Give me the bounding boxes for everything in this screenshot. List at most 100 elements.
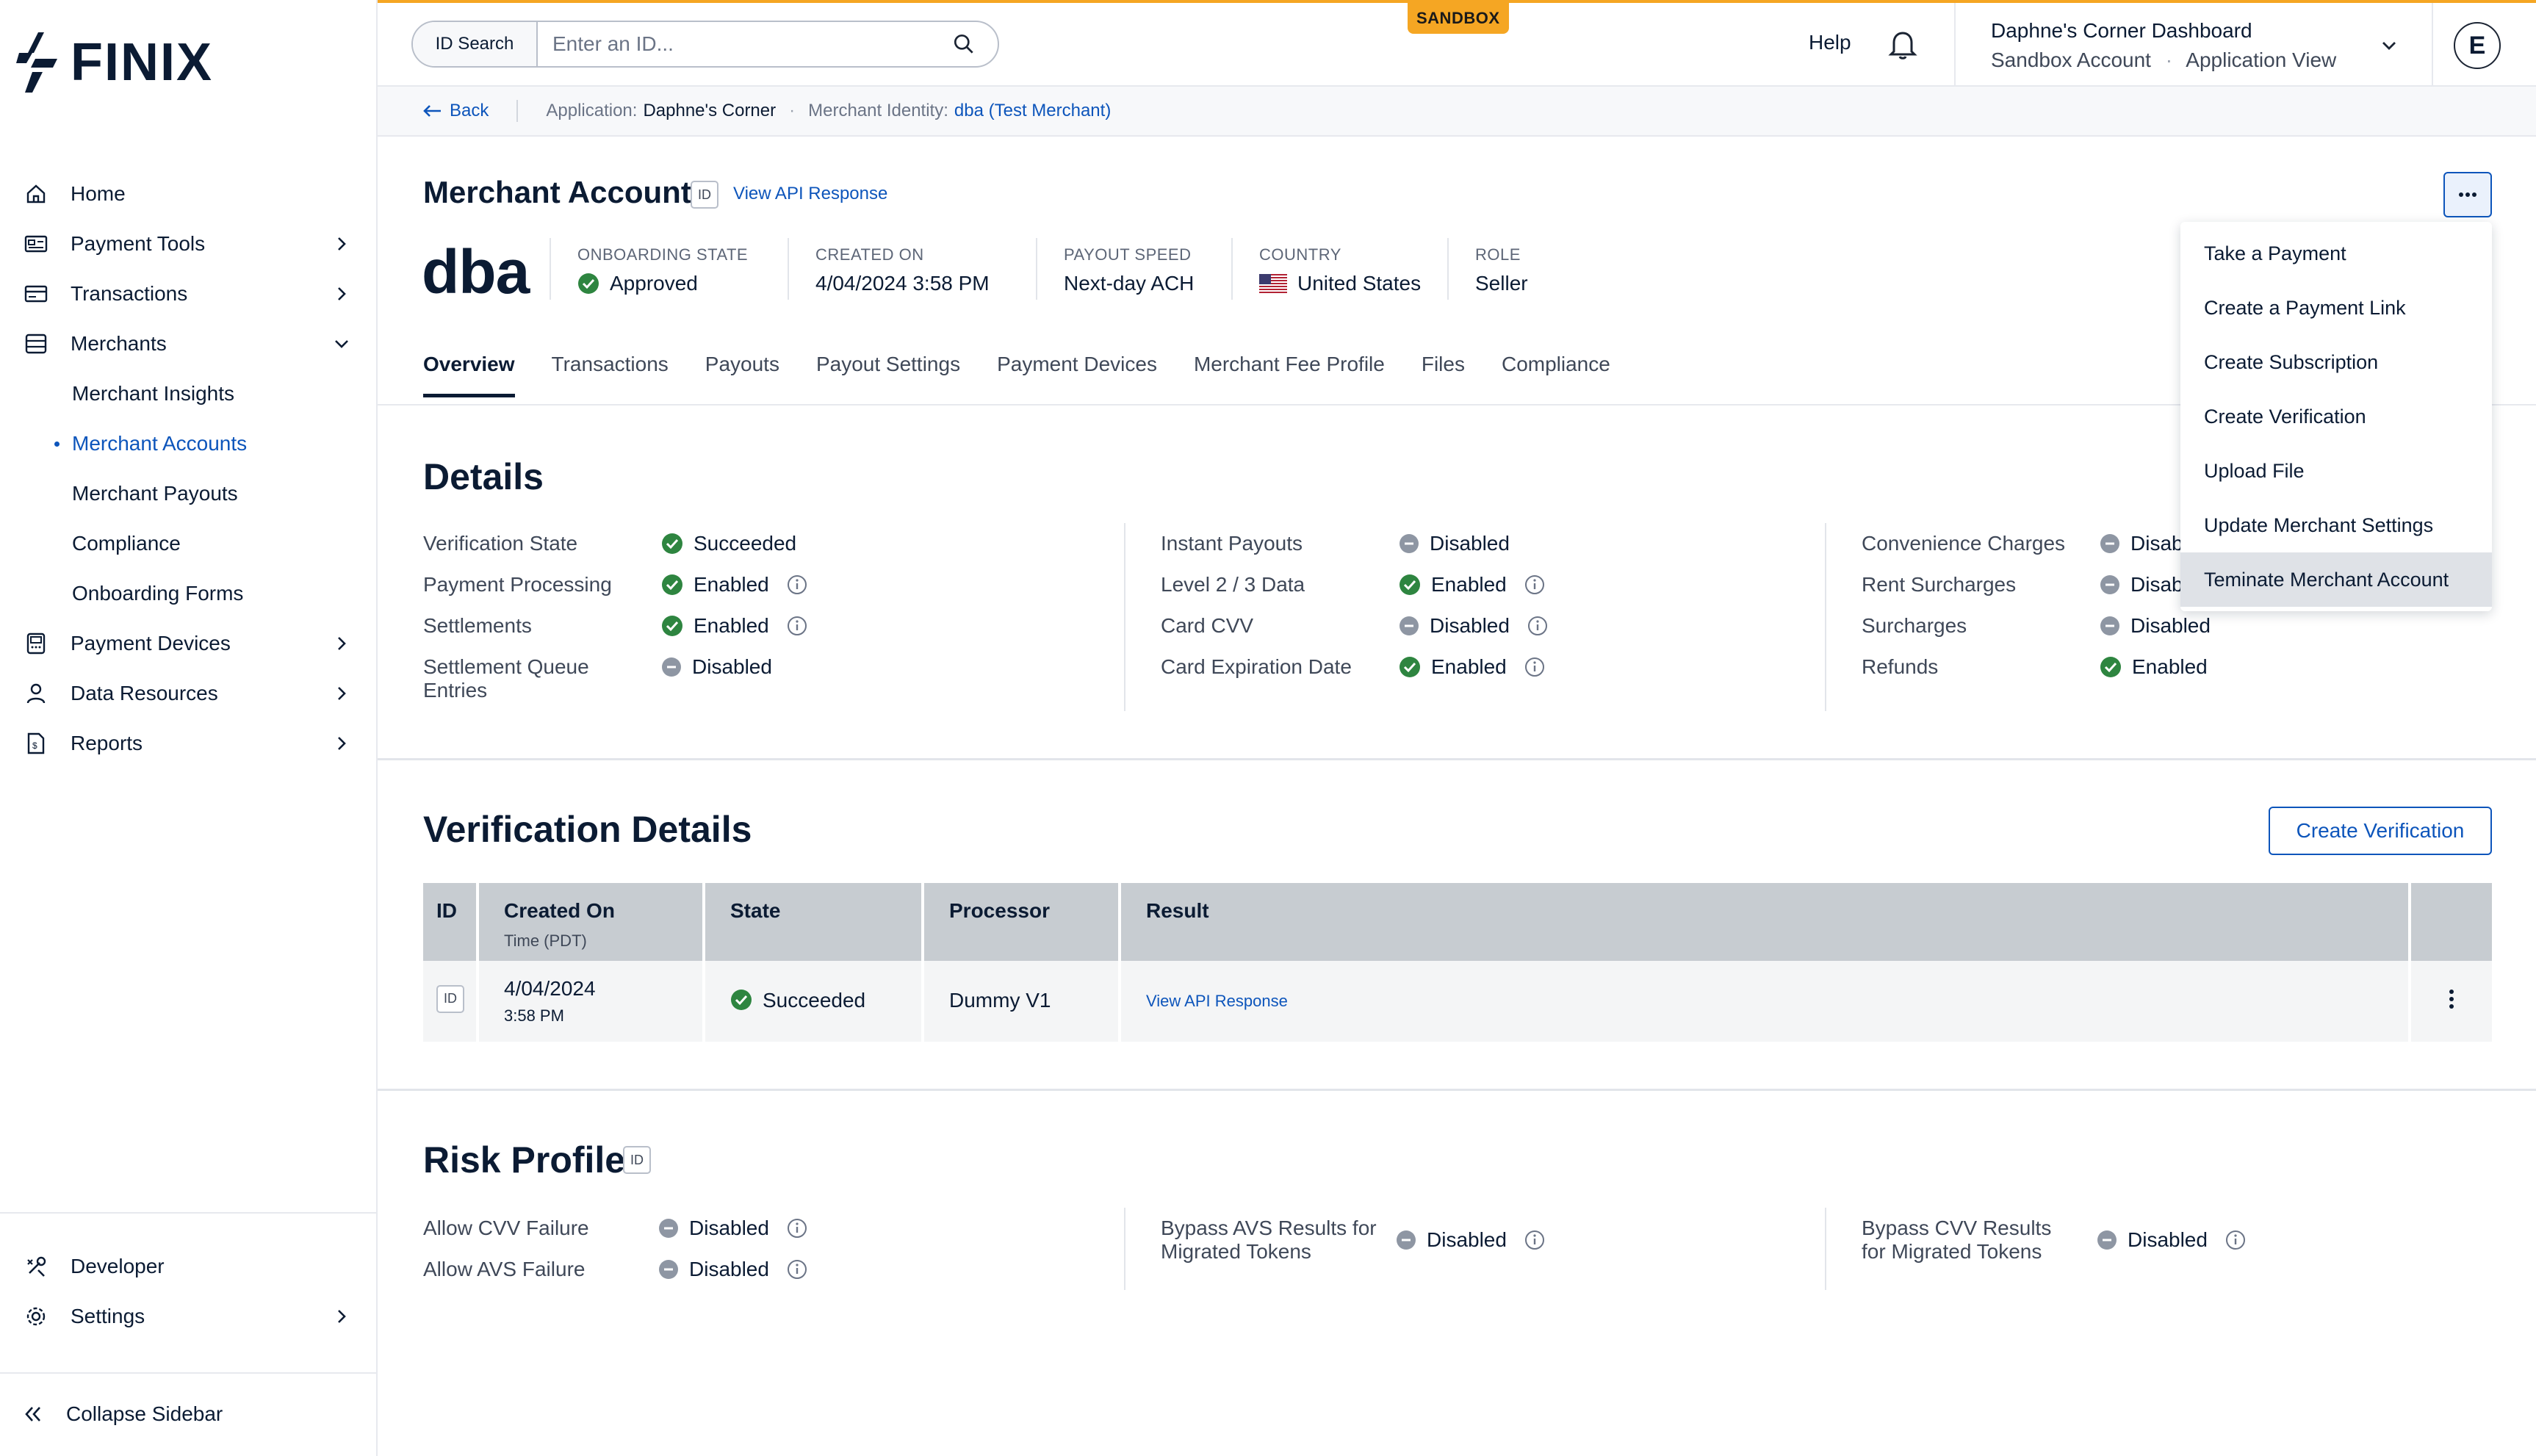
disabled-circle-icon [2100, 575, 2119, 594]
info-icon[interactable] [1524, 574, 1545, 595]
tab-payout-settings[interactable]: Payout Settings [816, 353, 960, 397]
sidebar-subitem-onboarding-forms[interactable]: Onboarding Forms [0, 569, 378, 619]
chevron-right-icon [338, 637, 346, 650]
view-api-response-link[interactable]: View API Response [1121, 961, 2411, 1042]
detail-label: Rent Surcharges [1862, 573, 2017, 596]
info-icon[interactable] [787, 1259, 807, 1280]
column-header-result[interactable]: Result [1121, 883, 2411, 961]
column-header-id[interactable]: ID [423, 883, 479, 961]
sidebar-item-settings[interactable]: Settings [0, 1291, 378, 1341]
meta-label: CREATED ON [815, 245, 924, 264]
verification-heading: Verification Details [423, 809, 752, 850]
menu-item-take-a-payment[interactable]: Take a Payment [2180, 226, 2492, 281]
sidebar-item-merchants[interactable]: Merchants [0, 319, 378, 369]
column-header-created-on[interactable]: Created On Time (PDT) [479, 883, 705, 961]
table-header: ID Created On Time (PDT) State Processor… [423, 883, 2492, 961]
info-icon[interactable] [787, 616, 807, 636]
sidebar-item-developer[interactable]: Developer [0, 1241, 378, 1291]
info-icon[interactable] [1524, 1230, 1545, 1250]
back-link[interactable]: Back [422, 101, 489, 121]
info-icon[interactable] [1524, 657, 1545, 677]
menu-item-upload-file[interactable]: Upload File [2180, 444, 2492, 498]
sidebar-item-transactions[interactable]: Transactions [0, 269, 378, 319]
id-search-input[interactable] [538, 32, 949, 56]
risk-value: Disabled [658, 1217, 807, 1240]
kebab-menu-icon [2449, 990, 2454, 1009]
sidebar-item-payment-devices[interactable]: Payment Devices [0, 619, 378, 668]
create-verification-button[interactable]: Create Verification [2269, 807, 2492, 855]
merchant-identity-link[interactable]: dba (Test Merchant) [954, 101, 1111, 121]
menu-item-update-merchant-settings[interactable]: Update Merchant Settings [2180, 498, 2492, 552]
info-icon[interactable] [787, 574, 807, 595]
menu-item-create-payment-link[interactable]: Create a Payment Link [2180, 281, 2492, 335]
tab-files[interactable]: Files [1422, 353, 1465, 397]
disabled-circle-icon [1397, 1230, 1416, 1250]
risk-label: Allow AVS Failure [423, 1258, 586, 1280]
finix-logo[interactable]: FINIX [16, 31, 213, 94]
tab-transactions[interactable]: Transactions [552, 353, 669, 397]
menu-item-terminate-merchant-account[interactable]: Teminate Merchant Account [2180, 552, 2492, 607]
menu-item-create-verification[interactable]: Create Verification [2180, 389, 2492, 444]
merchants-icon [24, 331, 48, 356]
created-on: CREATED ON 4/04/2024 3:58 PM [788, 238, 990, 300]
sidebar-divider [0, 1372, 378, 1374]
info-icon[interactable] [1527, 616, 1548, 636]
id-copy-button[interactable]: ID [691, 181, 718, 209]
sidebar-bottom-nav: Developer Settings [0, 1241, 378, 1341]
page-title: Merchant Account [423, 175, 691, 209]
disabled-circle-icon [659, 1219, 678, 1238]
dashboard-selector[interactable]: Daphne's Corner Dashboard Sandbox Accoun… [1954, 3, 2433, 87]
column-header-processor[interactable]: Processor [924, 883, 1121, 961]
sidebar-subitem-merchant-accounts[interactable]: Merchant Accounts [0, 419, 378, 469]
column-header-state[interactable]: State [705, 883, 924, 961]
table-row[interactable]: ID 4/04/2024 3:58 PM Succeeded Dummy V1 … [423, 961, 2492, 1042]
search-icon[interactable] [949, 31, 979, 57]
tab-payment-devices[interactable]: Payment Devices [997, 353, 1157, 397]
status-text: Disab [2130, 532, 2183, 555]
ellipsis-icon [2459, 192, 2476, 197]
breadcrumb-divider [516, 100, 519, 122]
id-copy-button[interactable]: ID [436, 984, 464, 1013]
account-type: Sandbox Account [1991, 48, 2151, 71]
check-circle-icon [662, 533, 682, 554]
detail-value: Enabled [661, 614, 807, 638]
status-text: Disabled [692, 655, 772, 678]
info-icon[interactable] [787, 1218, 807, 1239]
help-link[interactable]: Help [1809, 31, 1851, 54]
created-date: 4/04/2024 [504, 977, 596, 1000]
check-circle-icon [662, 616, 682, 636]
row-actions-button[interactable] [2411, 961, 2492, 1042]
id-copy-button[interactable]: ID [623, 1146, 651, 1174]
disabled-circle-icon [1400, 616, 1419, 635]
tab-merchant-fee-profile[interactable]: Merchant Fee Profile [1194, 353, 1385, 397]
sidebar-item-label: Data Resources [71, 682, 218, 704]
state-text: Succeeded [763, 989, 866, 1012]
collapse-sidebar-button[interactable]: Collapse Sidebar [0, 1388, 378, 1440]
chevron-right-icon [338, 287, 346, 300]
bell-icon[interactable] [1885, 26, 1920, 62]
sidebar-item-payment-tools[interactable]: Payment Tools [0, 219, 378, 269]
tab-overview[interactable]: Overview [423, 353, 515, 397]
chevron-right-icon [338, 687, 346, 700]
sidebar-item-home[interactable]: Home [0, 169, 378, 219]
risk-label: Allow CVV Failure [423, 1217, 589, 1239]
menu-item-create-subscription[interactable]: Create Subscription [2180, 335, 2492, 389]
avatar[interactable]: E [2454, 22, 2501, 69]
sidebar-item-data-resources[interactable]: Data Resources [0, 668, 378, 718]
status-text: Enabled [1431, 655, 1507, 678]
sidebar-subitem-compliance[interactable]: Compliance [0, 519, 378, 569]
detail-label: Settlements [423, 614, 532, 637]
sidebar-subitem-merchant-payouts[interactable]: Merchant Payouts [0, 469, 378, 519]
detail-value: Disab [2100, 573, 2183, 597]
status-text: Enabled [694, 573, 769, 596]
view-api-response-link[interactable]: View API Response [733, 184, 887, 204]
tab-compliance[interactable]: Compliance [1502, 353, 1610, 397]
sidebar-subitem-merchant-insights[interactable]: Merchant Insights [0, 369, 378, 419]
tab-payouts[interactable]: Payouts [705, 353, 779, 397]
sidebar-item-reports[interactable]: $ Reports [0, 718, 378, 768]
more-actions-button[interactable] [2443, 172, 2492, 217]
info-icon[interactable] [2225, 1230, 2246, 1250]
arrow-left-icon [423, 105, 441, 117]
logo-wordmark: FINIX [71, 33, 214, 92]
detail-label: Verification State [423, 532, 578, 555]
